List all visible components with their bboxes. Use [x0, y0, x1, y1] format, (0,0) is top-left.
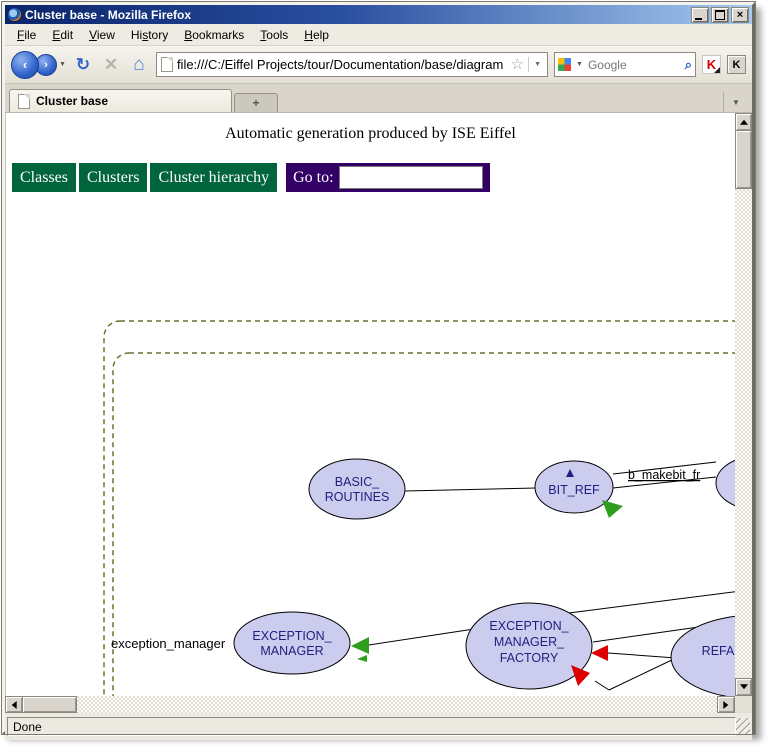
- resize-grip-icon[interactable]: [736, 718, 750, 735]
- svg-text:MANAGER: MANAGER: [260, 644, 323, 658]
- maximize-icon: [715, 10, 725, 20]
- back-icon: ‹: [23, 57, 27, 72]
- stop-button[interactable]: ✕: [100, 55, 122, 75]
- maximize-button[interactable]: [711, 7, 729, 23]
- node-exception-manager-factory[interactable]: EXCEPTION_ MANAGER_ FACTORY: [466, 603, 592, 689]
- menu-bookmarks[interactable]: Bookmarks: [176, 26, 252, 44]
- tab-page-icon: [18, 94, 30, 109]
- url-dropdown-button[interactable]: ▼: [528, 57, 543, 72]
- status-text: Done: [7, 717, 736, 736]
- svg-text:BIT_REF: BIT_REF: [548, 483, 600, 497]
- firefox-logo-icon: [8, 8, 21, 21]
- menu-view[interactable]: View: [81, 26, 123, 44]
- vertical-scroll-thumb[interactable]: [735, 130, 752, 189]
- title-bar: Cluster base - Mozilla Firefox ×: [5, 5, 752, 24]
- green-arrow-icon: [351, 637, 369, 654]
- menu-edit[interactable]: Edit: [44, 26, 81, 44]
- close-icon: ×: [737, 10, 743, 20]
- list-all-tabs-button[interactable]: ▼: [723, 92, 748, 112]
- green-arrow-icon: [357, 655, 367, 662]
- reload-button[interactable]: ↻: [72, 55, 94, 75]
- google-icon: [558, 58, 571, 71]
- tab-cluster-base[interactable]: Cluster base: [9, 89, 232, 112]
- page-viewport: Automatic generation produced by ISE Eif…: [5, 113, 735, 696]
- svg-text:EXCEPTION_: EXCEPTION_: [489, 619, 569, 633]
- minimize-icon: [695, 18, 702, 20]
- search-input[interactable]: [586, 57, 682, 73]
- bookmark-star-icon[interactable]: ☆: [511, 57, 524, 72]
- arrow-down-icon: [740, 684, 748, 693]
- screenshot-root: Cluster base - Mozilla Firefox × FileEdi…: [0, 0, 770, 746]
- node-basic-routines[interactable]: BASIC_ ROUTINES: [309, 459, 405, 519]
- navigation-toolbar: ‹ › ▼ ↻ ✕ ⌂ file:///C:/Eiffel Projects/t…: [5, 46, 752, 84]
- horizontal-scroll-thumb[interactable]: [22, 696, 77, 713]
- cluster-label-exception-manager: exception_manager: [111, 636, 226, 651]
- scrollbar-corner: [735, 696, 752, 713]
- menu-help[interactable]: Help: [296, 26, 337, 44]
- search-box[interactable]: ▼ ⌕: [554, 52, 696, 77]
- svg-text:MANAGER_: MANAGER_: [494, 635, 565, 649]
- node-d-clipped[interactable]: D: [716, 456, 735, 510]
- status-bar: Done: [5, 713, 752, 740]
- green-arrow-icon: [602, 500, 623, 518]
- svg-text:ROUTINES: ROUTINES: [325, 490, 390, 504]
- address-bar[interactable]: file:///C:/Eiffel Projects/tour/Document…: [156, 52, 548, 77]
- menu-bar: FileEditViewHistoryBookmarksToolsHelp: [5, 24, 752, 46]
- node-bit-ref[interactable]: BIT_REF: [535, 461, 613, 513]
- content-area: Automatic generation produced by ISE Eif…: [5, 113, 752, 713]
- scroll-up-button[interactable]: [735, 113, 752, 131]
- magnifier-icon[interactable]: ⌕: [685, 57, 692, 73]
- vertical-scrollbar[interactable]: [735, 113, 752, 696]
- menu-tools[interactable]: Tools: [252, 26, 296, 44]
- node-exception-manager[interactable]: EXCEPTION_ MANAGER: [234, 612, 350, 674]
- arrow-up-icon: [740, 116, 748, 125]
- url-text[interactable]: file:///C:/Eiffel Projects/tour/Document…: [177, 57, 507, 72]
- svg-text:FACTORY: FACTORY: [500, 651, 559, 665]
- new-tab-button[interactable]: +: [234, 93, 278, 112]
- svg-text:BASIC_: BASIC_: [335, 475, 381, 489]
- scroll-right-button[interactable]: [717, 696, 735, 713]
- scroll-left-button[interactable]: [5, 696, 23, 713]
- search-engine-dropdown[interactable]: ▼: [576, 61, 583, 68]
- kaspersky-icon[interactable]: K: [702, 55, 721, 74]
- minimize-button[interactable]: [691, 7, 709, 23]
- edge-label-b-makebit[interactable]: b_makebit_fr: [628, 468, 700, 482]
- k-addon-button[interactable]: K: [727, 55, 746, 74]
- history-dropdown-button[interactable]: ▼: [59, 61, 66, 68]
- arrow-right-icon: [723, 701, 732, 709]
- svg-text:EXCEPTION_: EXCEPTION_: [252, 629, 332, 643]
- horizontal-scrollbar[interactable]: [5, 696, 735, 713]
- close-button[interactable]: ×: [731, 7, 749, 23]
- browser-window: Cluster base - Mozilla Firefox × FileEdi…: [2, 2, 755, 734]
- scroll-down-button[interactable]: [735, 678, 752, 696]
- svg-text:REFA: REFA: [702, 644, 735, 658]
- node-refactoring-clipped[interactable]: REFA: [671, 615, 735, 696]
- forward-icon: ›: [44, 59, 48, 71]
- red-arrow-icon: [591, 645, 608, 661]
- cluster-diagram: b_makebit_fr exception_manager BASIC_ RO…: [6, 113, 735, 696]
- back-button[interactable]: ‹: [11, 51, 39, 79]
- home-button[interactable]: ⌂: [128, 54, 150, 76]
- menu-file[interactable]: File: [9, 26, 44, 44]
- tab-label: Cluster base: [36, 94, 108, 108]
- tab-bar: Cluster base + ▼: [5, 84, 752, 113]
- window-title: Cluster base - Mozilla Firefox: [25, 8, 687, 22]
- menu-history[interactable]: History: [123, 26, 176, 44]
- page-icon: [161, 57, 173, 72]
- arrow-left-icon: [8, 701, 17, 709]
